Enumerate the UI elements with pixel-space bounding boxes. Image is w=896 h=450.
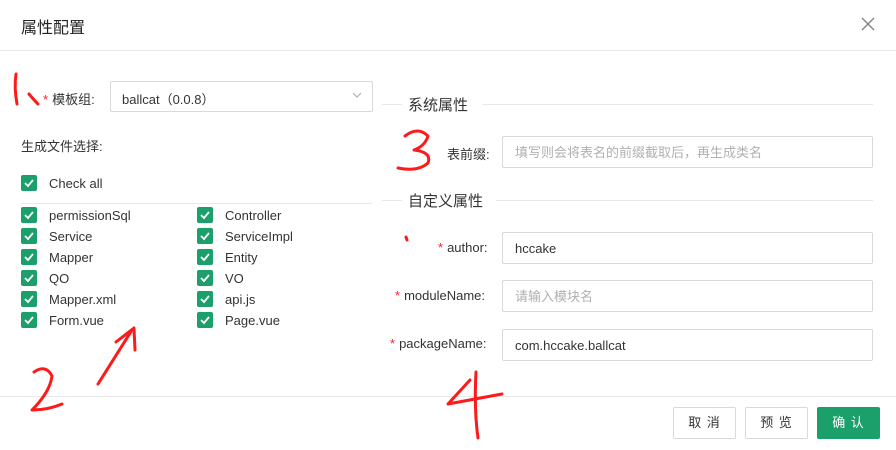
file-checkbox[interactable] (197, 249, 213, 265)
check-icon (24, 232, 34, 241)
file-checkbox-label: Page.vue (225, 313, 280, 328)
file-checkbox[interactable] (197, 270, 213, 286)
file-checkbox-label: QO (49, 271, 70, 286)
file-checkbox[interactable] (197, 228, 213, 244)
check-icon (200, 295, 210, 304)
template-group-label: * 模板组: (43, 92, 95, 107)
prefix-input[interactable] (502, 136, 873, 168)
prefix-label: 表前缀: (447, 147, 490, 162)
file-checkbox-label: Mapper (49, 250, 94, 265)
author-label: * author: (438, 240, 488, 255)
template-group-select[interactable]: ballcat（0.0.8） (110, 81, 373, 112)
module-name-input[interactable] (502, 280, 873, 312)
check-icon (24, 274, 34, 283)
package-name-input[interactable] (502, 329, 873, 361)
section-divider-left (382, 200, 402, 201)
preview-button[interactable]: 预 览 (745, 407, 808, 439)
custom-props-title: 自定义属性 (408, 193, 484, 210)
cancel-button[interactable]: 取 消 (673, 407, 736, 439)
required-mark: * (390, 336, 396, 351)
required-mark: * (395, 288, 401, 303)
file-checkbox-label: Service (49, 229, 93, 244)
check-icon (200, 274, 210, 283)
check-icon (24, 211, 34, 220)
file-checkbox-label: Entity (225, 250, 258, 265)
check-icon (200, 232, 210, 241)
file-checkbox-label: VO (225, 271, 244, 286)
check-icon (24, 295, 34, 304)
file-checkbox[interactable] (197, 207, 213, 223)
section-divider-left (382, 104, 402, 105)
dialog-title: 属性配置 (21, 20, 86, 37)
file-checkbox[interactable] (21, 270, 37, 286)
file-checkbox-label: Form.vue (49, 313, 104, 328)
file-checkbox-label: ServiceImpl (225, 229, 293, 244)
file-checkbox[interactable] (21, 207, 37, 223)
confirm-button[interactable]: 确 认 (817, 407, 880, 439)
required-mark: * (43, 92, 49, 107)
template-group-value: ballcat（0.0.8） (122, 92, 215, 107)
footer-divider (0, 396, 896, 397)
file-checkbox[interactable] (21, 312, 37, 328)
section-divider-right (482, 104, 873, 105)
handwritten-annotations (13, 72, 504, 440)
module-name-label: * moduleName: (395, 288, 485, 303)
check-icon (200, 316, 210, 325)
file-checkbox[interactable] (21, 228, 37, 244)
section-divider-right (496, 200, 873, 201)
required-mark: * (438, 240, 444, 255)
file-checkbox[interactable] (197, 312, 213, 328)
file-checkbox[interactable] (21, 249, 37, 265)
check-icon (24, 316, 34, 325)
author-input[interactable] (502, 232, 873, 264)
chevron-down-icon (352, 92, 362, 98)
system-props-title: 系统属性 (408, 97, 469, 114)
check-icon (200, 253, 210, 262)
check-all-divider (21, 203, 372, 204)
check-icon (24, 179, 34, 188)
file-checkbox-label: permissionSql (49, 208, 131, 223)
file-checkbox-label: Mapper.xml (49, 292, 117, 307)
file-checkbox-label: api.js (225, 292, 256, 307)
file-checkbox[interactable] (21, 291, 37, 307)
check-icon (200, 211, 210, 220)
check-icon (24, 253, 34, 262)
package-name-label: * packageName: (390, 336, 487, 351)
check-all-checkbox[interactable] (21, 175, 37, 191)
file-select-label: 生成文件选择: (21, 139, 103, 154)
dialog-header: 属性配置 (0, 0, 896, 51)
file-checkbox-label: Controller (225, 208, 282, 223)
file-checkbox[interactable] (197, 291, 213, 307)
check-all-label: Check all (49, 176, 103, 191)
close-icon[interactable] (860, 14, 876, 34)
